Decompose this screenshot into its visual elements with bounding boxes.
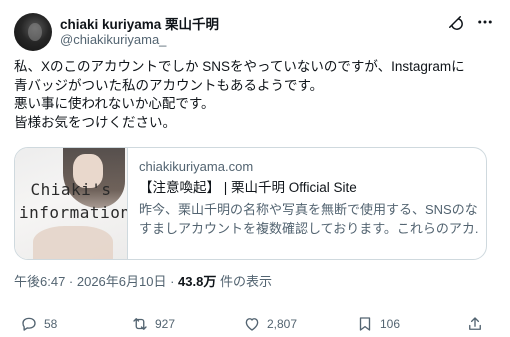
thumbnail-caption-line1: Chiaki's [30, 180, 112, 199]
grok-icon[interactable] [446, 13, 464, 31]
link-card-body: chiakikuriyama.com 【注意喚起】 | 栗山千明 Officia… [139, 158, 479, 238]
bookmark-count: 106 [380, 317, 401, 331]
tweet-meta: 午後6:47 · 2026年6月10日 · 43.8万 件の表示 [14, 271, 272, 290]
thumbnail-hand [33, 226, 113, 259]
tweet-text: 私、Xのこのアカウントでしか SNSをやっていないのですが、Instagramに… [14, 58, 500, 132]
reply-count: 58 [44, 317, 58, 331]
avatar[interactable] [14, 13, 52, 51]
bookmark-icon [356, 315, 374, 333]
thumbnail-caption-line2: information [19, 203, 128, 222]
like-count: 2,807 [267, 317, 298, 331]
reply-button[interactable]: 58 [20, 314, 57, 334]
tweet-line: 私、Xのこのアカウントでしか SNSをやっていないのですが、Instagramに [14, 59, 465, 74]
tweet-timestamp[interactable]: 午後6:47 · 2026年6月10日 · [14, 274, 178, 289]
tweet-line: 悪い事に使われないか心配です。 [14, 96, 215, 111]
thumbnail-caption: Chiaki's information [19, 178, 128, 224]
more-icon[interactable] [475, 13, 495, 31]
share-icon [466, 315, 484, 333]
like-button[interactable]: 2,807 [243, 314, 297, 334]
link-card-thumbnail: Chiaki's information [15, 148, 128, 259]
link-card-description: 昨今、栗山千明の名称や写真を無断で使用する、SNSのなり すましアカウントを複数… [139, 200, 479, 238]
views-label: 件の表示 [216, 274, 272, 289]
bookmark-button[interactable]: 106 [356, 314, 400, 334]
link-card-title: 【注意喚起】 | 栗山千明 Official Site [139, 180, 357, 195]
link-card-domain: chiakikuriyama.com [139, 159, 254, 174]
action-bar: 58 927 2,807 106 [0, 314, 510, 334]
repost-count: 927 [155, 317, 176, 331]
views-count: 43.8万 [178, 274, 217, 289]
link-card-description-line1: 昨今、栗山千明の名称や写真を無断で使用する、SNSのなり [139, 202, 479, 217]
author-handle[interactable]: @chiakikuriyama_ [60, 32, 166, 47]
tweet-line: 青バッジがついた私のアカウントもあるようです。 [14, 77, 324, 93]
author-display-name[interactable]: chiaki kuriyama 栗山千明 [60, 13, 219, 33]
repost-button[interactable]: 927 [131, 314, 175, 334]
repost-icon [131, 315, 149, 333]
heart-icon [243, 315, 261, 333]
link-card[interactable]: Chiaki's information chiakikuriyama.com … [14, 147, 487, 260]
tweet-line: 皆様お気をつけください。 [14, 114, 176, 130]
link-card-description-line2: すましアカウントを複数確認しております。これらのアカ... [139, 221, 479, 236]
share-button[interactable] [466, 314, 484, 334]
avatar-face [28, 23, 42, 41]
reply-icon [20, 315, 38, 333]
